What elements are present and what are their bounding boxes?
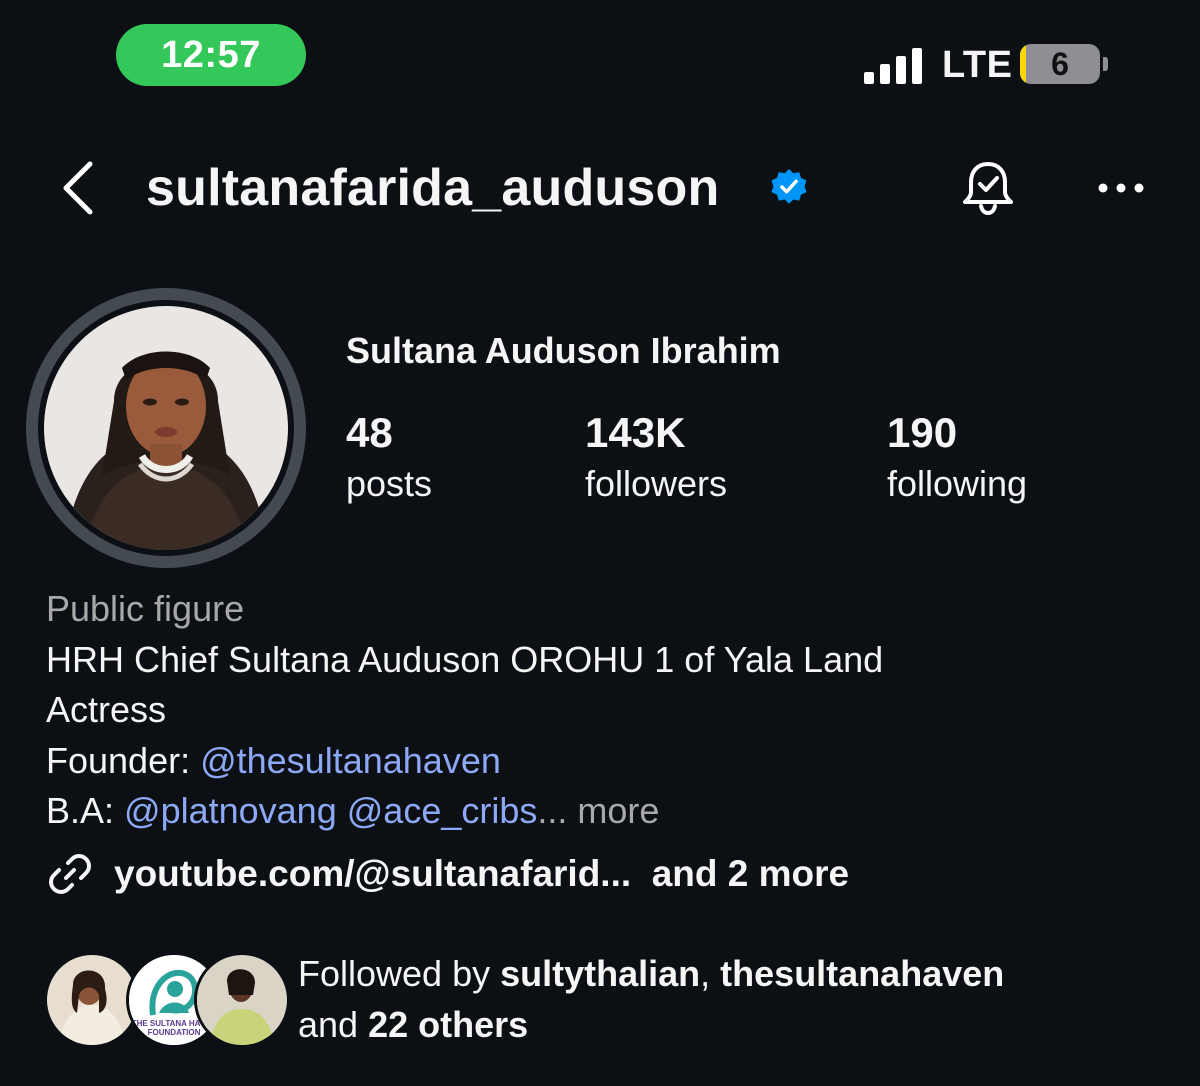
profile-links[interactable]: youtube.com/@sultanafarid... and 2 more [46, 846, 849, 902]
cellular-signal-icon [864, 46, 926, 84]
posts-label: posts [346, 463, 433, 504]
profile-username: sultanafarida_auduson [146, 159, 720, 217]
followed-by-text[interactable]: Followed by sultythalian, thesultanahave… [298, 948, 1004, 1050]
back-chevron-icon[interactable] [56, 158, 100, 218]
bio-line-occupation: Actress [46, 689, 167, 730]
link-icon [49, 854, 91, 894]
bio-line-title: HRH Chief Sultana Auduson OROHU 1 of Yal… [46, 638, 884, 680]
ba-label: B.A: [46, 790, 125, 831]
mutual-followers-avatars[interactable]: THE SULTANA HAVEN FOUNDATION [44, 952, 290, 1048]
mention-ace-cribs[interactable]: @ace_cribs [347, 790, 538, 831]
battery-icon: 6 [1020, 44, 1110, 84]
verified-badge-icon [770, 168, 808, 206]
mutual-avatar-third [194, 952, 290, 1048]
followed-by-separator: , [700, 953, 721, 994]
profile-avatar[interactable] [26, 288, 306, 568]
bell-check-icon[interactable] [956, 156, 1020, 220]
followed-by-prefix: Followed by [298, 953, 501, 994]
network-type: LTE [942, 44, 1013, 86]
battery-level: 6 [1051, 45, 1069, 82]
followers-label: followers [585, 463, 728, 504]
mention-platnovang[interactable]: @platnovang [124, 790, 337, 831]
bio-line-founder: Founder: @thesultanahaven [46, 736, 883, 787]
bio-ellipsis: ... [537, 790, 568, 831]
following-stat[interactable]: 190 following [887, 410, 1027, 508]
followed-by-user-sultythalian[interactable]: sultythalian [500, 953, 700, 994]
followed-by-and: and [298, 1004, 369, 1045]
avatar-photo [44, 306, 288, 550]
posts-stat[interactable]: 48 posts [346, 410, 432, 508]
following-label: following [887, 463, 1028, 504]
more-ellipsis-icon[interactable] [1096, 178, 1146, 198]
website-link-text[interactable]: youtube.com/@sultanafarid... and 2 more [114, 853, 849, 895]
following-count: 190 [887, 409, 958, 456]
founder-label: Founder: [46, 739, 201, 781]
bio-more-link[interactable]: more [567, 790, 659, 831]
bio-line-ba: B.A: @platnovang @ace_cribs... more [46, 786, 883, 837]
followers-count: 143K [585, 409, 686, 456]
followed-by-others-count[interactable]: 22 others [368, 1004, 528, 1045]
status-time: 12:57 [116, 24, 306, 86]
profile-category: Public figure [46, 588, 245, 629]
mention-thesultanahaven[interactable]: @thesultanahaven [200, 740, 501, 781]
followed-by-user-thesultanahaven[interactable]: thesultanahaven [720, 953, 1004, 994]
profile-full-name: Sultana Auduson Ibrahim [346, 330, 781, 371]
followers-stat[interactable]: 143K followers [585, 410, 727, 508]
posts-count: 48 [346, 409, 393, 456]
profile-bio: Public figure HRH Chief Sultana Auduson … [46, 584, 883, 837]
